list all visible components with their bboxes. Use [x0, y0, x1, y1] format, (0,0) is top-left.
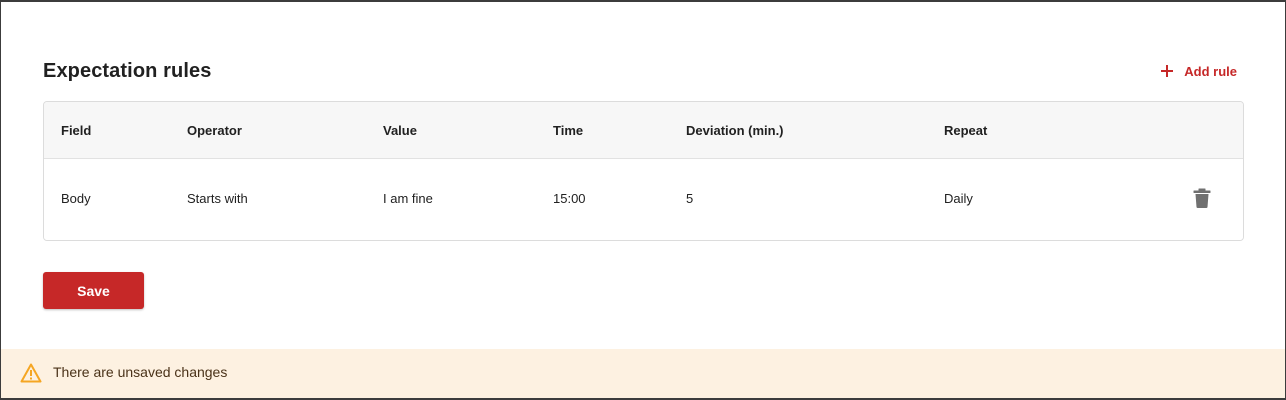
plus-icon	[1161, 65, 1174, 77]
section-title: Expectation rules	[43, 59, 212, 82]
save-button[interactable]: Save	[43, 272, 144, 309]
cell-field: Body	[61, 191, 91, 206]
banner-message: There are unsaved changes	[53, 364, 228, 380]
column-header-field: Field	[61, 123, 92, 138]
table-header: Field Operator Value Time Deviation (min…	[44, 102, 1243, 159]
rules-table: Field Operator Value Time Deviation (min…	[43, 101, 1244, 241]
add-rule-label: Add rule	[1184, 63, 1237, 79]
column-header-operator: Operator	[187, 123, 242, 138]
cell-operator: Starts with	[187, 191, 248, 206]
rules-panel: Expectation rules Add rule Field Operato…	[0, 0, 1286, 400]
cell-deviation: 5	[686, 191, 694, 206]
add-rule-button[interactable]: Add rule	[1160, 64, 1239, 79]
unsaved-changes-banner: There are unsaved changes	[1, 349, 1285, 398]
column-header-time: Time	[553, 123, 584, 138]
column-header-value: Value	[383, 123, 417, 138]
table-row: Body Starts with I am fine 15:00 5 Daily	[44, 159, 1243, 240]
cell-repeat: Daily	[944, 191, 973, 206]
cell-time: 15:00	[553, 191, 586, 206]
column-header-repeat: Repeat	[944, 123, 988, 138]
column-header-deviation: Deviation (min.)	[686, 123, 784, 138]
warning-icon	[20, 363, 42, 383]
trash-icon[interactable]	[1193, 188, 1211, 208]
cell-value: I am fine	[383, 191, 433, 206]
section-header: Expectation rules Add rule	[43, 58, 1239, 84]
